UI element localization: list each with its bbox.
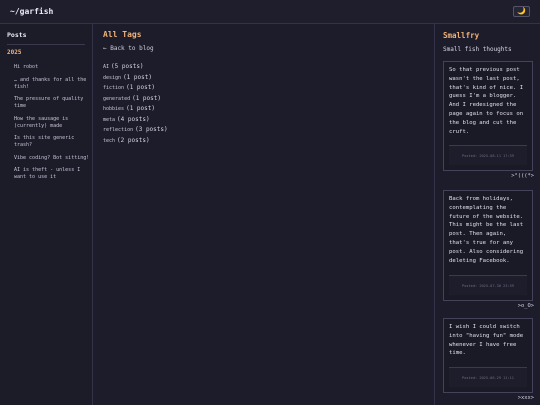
- fish-glyph: >°(((*>: [511, 173, 534, 179]
- sidebar-year: 2025: [7, 49, 22, 56]
- page-title: All Tags: [103, 30, 142, 39]
- tag-count: (1 post): [123, 73, 152, 81]
- sidebar-post-link[interactable]: Vibe coding? Bot sitting!: [14, 155, 90, 162]
- tag-name: hobbies: [103, 106, 125, 112]
- smallfry-subtitle: Small fish thoughts: [443, 46, 512, 53]
- tag-link[interactable]: meta (4 posts): [103, 115, 434, 126]
- tag-name: AI: [103, 64, 110, 70]
- tag-count: (5 posts): [111, 63, 144, 70]
- sidebar-post-list: Hi robot … and thanks for all the fish! …: [7, 64, 92, 181]
- sidebar-post-link[interactable]: How the sausage is (currently) made: [14, 116, 90, 130]
- smallfry-panel: Smallfry Small fish thoughts So that pre…: [434, 24, 540, 405]
- sidebar-post-link[interactable]: Is this site generic trash?: [14, 135, 90, 149]
- smallfry-post-timestamp: Posted: 2025-08-11 17:59: [449, 145, 527, 165]
- smallfry-post-card: I wish I could switch into "having fun" …: [443, 318, 533, 393]
- smallfry-post-card: So that previous post wasn't the last po…: [443, 61, 533, 171]
- smallfry-post-timestamp: Posted: 2025-06-29 11:11: [449, 367, 527, 387]
- tag-name: generated: [103, 95, 131, 102]
- tag-name: tech: [103, 137, 116, 144]
- smallfry-title: Smallfry: [443, 31, 480, 40]
- moon-icon: 🌙: [517, 7, 526, 15]
- tag-link[interactable]: design (1 post): [103, 73, 434, 84]
- smallfry-post-text: I wish I could switch into "having fun" …: [449, 324, 524, 357]
- smallfry-post-timestamp: Posted: 2025-07-30 23:59: [449, 275, 527, 295]
- tag-count: (1 post): [126, 84, 155, 91]
- tag-count: (2 posts): [117, 136, 150, 144]
- sidebar-post-link[interactable]: AI is theft - unless I want to use it: [14, 167, 90, 181]
- tag-link[interactable]: hobbies (1 post): [103, 104, 434, 115]
- smallfry-post-card: Back from holidays, contemplating the fu…: [443, 190, 533, 301]
- tag-count: (3 posts): [135, 126, 168, 133]
- tag-count: (1 post): [132, 94, 161, 102]
- fish-glyph: >xxx>: [517, 395, 534, 401]
- theme-toggle-button[interactable]: 🌙: [513, 6, 530, 17]
- top-bar: ~/garfish 🌙: [0, 0, 540, 24]
- posts-sidebar: Posts 2025 Hi robot … and thanks for all…: [0, 24, 93, 405]
- tag-name: reflection: [103, 127, 134, 133]
- smallfry-post-text: Back from holidays, contemplating the fu…: [449, 196, 524, 264]
- tag-name: meta: [103, 116, 116, 123]
- site-title[interactable]: ~/garfish: [10, 7, 53, 16]
- tag-list: AI (5 posts) design (1 post) fiction (1 pos…: [103, 62, 434, 146]
- tag-name: fiction: [103, 85, 125, 91]
- tag-link[interactable]: AI (5 posts): [103, 62, 434, 73]
- sidebar-post-link[interactable]: The pressure of quality time: [14, 96, 90, 110]
- tag-link[interactable]: tech (2 posts): [103, 136, 434, 147]
- tag-count: (1 post): [126, 105, 155, 112]
- tag-link[interactable]: generated (1 post): [103, 94, 434, 105]
- tag-name: design: [103, 74, 122, 81]
- sidebar-divider: [7, 44, 85, 45]
- main-content: All Tags ← Back to blog AI (5 posts) desi…: [94, 24, 434, 405]
- sidebar-post-link[interactable]: Hi robot: [14, 64, 90, 71]
- smallfry-post-text: So that previous post wasn't the last po…: [449, 67, 524, 135]
- sidebar-post-link[interactable]: … and thanks for all the fish!: [14, 77, 90, 91]
- tag-link[interactable]: fiction (1 post): [103, 83, 434, 94]
- fish-glyph: >o_O>: [517, 303, 534, 309]
- back-to-blog-link[interactable]: ← Back to blog: [103, 45, 434, 52]
- tag-link[interactable]: reflection (3 posts): [103, 125, 434, 136]
- tag-count: (4 posts): [117, 115, 150, 123]
- sidebar-heading: Posts: [7, 31, 27, 39]
